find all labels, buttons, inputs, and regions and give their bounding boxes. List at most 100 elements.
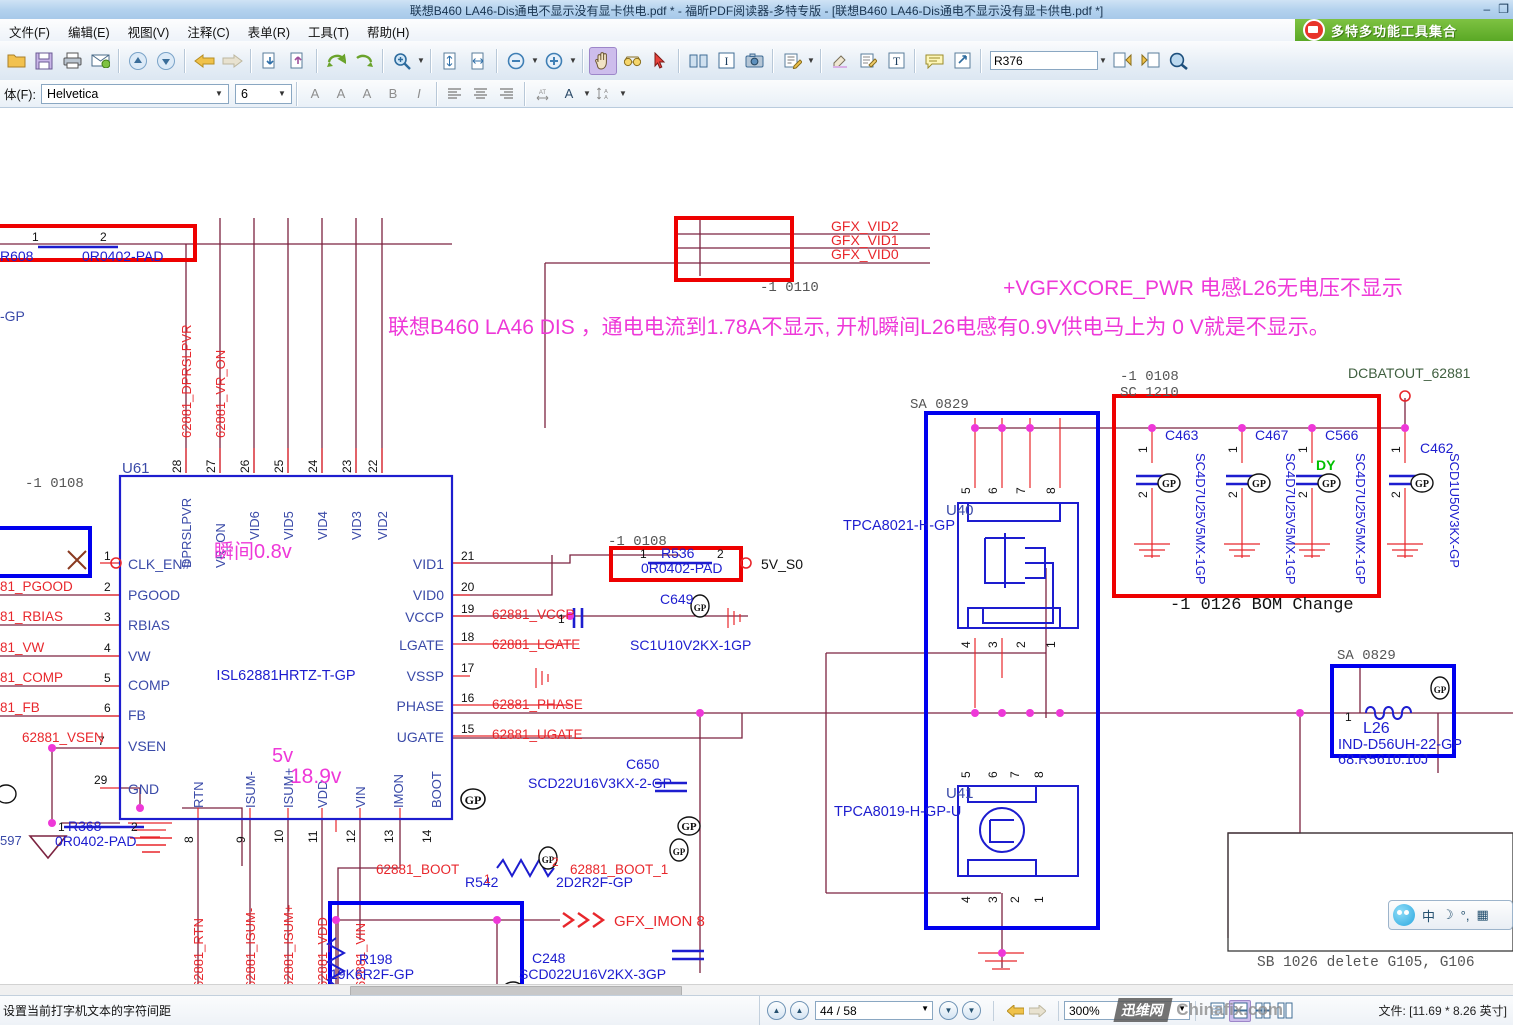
chevron-down-icon[interactable]: ▼ bbox=[275, 85, 289, 103]
align-left-icon[interactable] bbox=[443, 83, 467, 105]
svg-text:10: 10 bbox=[272, 829, 286, 843]
zoom-in-tool-icon[interactable] bbox=[389, 48, 415, 74]
forward-icon[interactable] bbox=[1027, 1001, 1047, 1021]
u61-left-nets: 81_PGOOD 81_RBIAS 81_VW 81_COMP 81_FB 62… bbox=[0, 579, 104, 745]
promo-banner[interactable]: 多特多功能工具集合 bbox=[1295, 19, 1513, 41]
ime-punctuation-icon[interactable]: °, bbox=[1461, 908, 1470, 923]
reading-tool-icon[interactable] bbox=[619, 48, 645, 74]
svg-text:6: 6 bbox=[104, 701, 111, 715]
svg-text:13: 13 bbox=[382, 829, 396, 843]
line-spacing-dropdown-icon[interactable]: ▼ bbox=[618, 89, 628, 98]
svg-text:5: 5 bbox=[959, 487, 973, 494]
font-size-combo[interactable]: 6 ▼ bbox=[234, 83, 292, 104]
svg-text:9: 9 bbox=[234, 836, 248, 843]
font-family-combo[interactable]: Helvetica ▼ bbox=[40, 83, 229, 104]
redo-icon[interactable] bbox=[351, 48, 377, 74]
continuous-page-icon[interactable] bbox=[1229, 999, 1251, 1022]
svg-text:1: 1 bbox=[1032, 896, 1046, 903]
text-color-dropdown-icon[interactable]: ▼ bbox=[582, 89, 592, 98]
note-box bbox=[1227, 832, 1513, 952]
svg-text:A: A bbox=[605, 95, 609, 101]
l26-refdes: L26 bbox=[1363, 720, 1390, 737]
scroll-down-icon[interactable] bbox=[153, 48, 179, 74]
zoom-level-combo[interactable]: 300% ▼ bbox=[1064, 1001, 1190, 1020]
typewriter-icon[interactable] bbox=[779, 48, 805, 74]
svg-text:FB: FB bbox=[128, 707, 146, 723]
ime-toolbar[interactable]: 中 ☽ °, ▦ bbox=[1388, 900, 1513, 930]
minimize-button[interactable]: – bbox=[1484, 1, 1491, 17]
first-page-icon[interactable]: ▲ bbox=[767, 1001, 786, 1020]
note-icon[interactable] bbox=[921, 48, 947, 74]
back-icon[interactable] bbox=[1005, 1001, 1025, 1021]
svg-text:-1 0108: -1 0108 bbox=[608, 534, 667, 550]
c649-value: SC1U10V2KX-1GP bbox=[630, 637, 751, 653]
search-next-icon[interactable] bbox=[1137, 48, 1163, 74]
zoom-plus-icon[interactable] bbox=[541, 48, 567, 74]
align-right-icon[interactable] bbox=[495, 83, 519, 105]
ime-logo-icon[interactable] bbox=[1393, 904, 1415, 926]
format-separator bbox=[295, 81, 298, 106]
zoom-plus-dropdown-icon[interactable]: ▼ bbox=[568, 56, 578, 65]
camera-icon[interactable] bbox=[741, 48, 767, 74]
pdf-page-canvas[interactable]: GP GP GP GP GP GP GP GP GP GP CLK_EN# PG… bbox=[0, 108, 1513, 995]
align-center-icon[interactable] bbox=[469, 83, 493, 105]
previous-view-icon[interactable] bbox=[191, 48, 217, 74]
restore-button[interactable]: ❐ bbox=[1498, 1, 1509, 17]
text-color-icon[interactable]: A bbox=[557, 83, 581, 105]
previous-page-icon[interactable] bbox=[257, 48, 283, 74]
single-page-icon[interactable] bbox=[1207, 1001, 1227, 1021]
save-icon[interactable] bbox=[31, 48, 57, 74]
next-view-icon[interactable] bbox=[219, 48, 245, 74]
ime-keyboard-icon[interactable]: ▦ bbox=[1476, 907, 1488, 923]
chevron-down-icon[interactable]: ▼ bbox=[212, 85, 226, 103]
zoom-out-dropdown-icon[interactable]: ▼ bbox=[530, 56, 540, 65]
link-icon[interactable] bbox=[949, 48, 975, 74]
status-separator bbox=[1058, 1000, 1059, 1021]
typewriter-dropdown-icon[interactable]: ▼ bbox=[806, 56, 816, 65]
search-input[interactable] bbox=[990, 51, 1098, 70]
chevron-down-icon[interactable]: ▼ bbox=[921, 1004, 929, 1013]
page-navigation-group: ▲ ▲ 44 / 58 ▼ ▼ ▼ bbox=[760, 1000, 988, 1022]
zoom-dropdown-icon[interactable]: ▼ bbox=[416, 56, 426, 65]
text-box-icon[interactable]: T bbox=[883, 48, 909, 74]
fit-width-icon[interactable] bbox=[465, 48, 491, 74]
font-color-a3[interactable]: A bbox=[355, 83, 379, 105]
c650-value: SCD22U16V3KX-2-GP bbox=[528, 775, 672, 791]
undo-icon[interactable] bbox=[323, 48, 349, 74]
select-tool-icon[interactable] bbox=[647, 48, 673, 74]
next-page-icon[interactable] bbox=[285, 48, 311, 74]
font-color-a1[interactable]: A bbox=[303, 83, 327, 105]
svg-text:LGATE: LGATE bbox=[399, 637, 444, 653]
print-icon[interactable] bbox=[59, 48, 85, 74]
italic-icon[interactable]: I bbox=[407, 83, 431, 105]
line-spacing-icon[interactable]: AA bbox=[593, 83, 617, 105]
pencil-icon[interactable] bbox=[855, 48, 881, 74]
continuous-facing-icon[interactable] bbox=[1275, 1001, 1295, 1021]
page-number-combo[interactable]: 44 / 58 ▼ bbox=[815, 1001, 933, 1020]
chevron-down-icon[interactable]: ▼ bbox=[1178, 1004, 1186, 1013]
text-select-icon[interactable]: I bbox=[713, 48, 739, 74]
snapshot-icon[interactable] bbox=[685, 48, 711, 74]
u61-refdes: U61 bbox=[122, 460, 150, 477]
scroll-up-icon[interactable] bbox=[125, 48, 151, 74]
next-page-icon[interactable]: ▼ bbox=[939, 1001, 958, 1020]
ime-moon-icon[interactable]: ☽ bbox=[1442, 907, 1454, 923]
bold-icon[interactable]: B bbox=[381, 83, 405, 105]
open-folder-icon[interactable] bbox=[3, 48, 29, 74]
toolbar-separator bbox=[980, 48, 982, 73]
fit-page-icon[interactable] bbox=[437, 48, 463, 74]
hand-tool-icon[interactable] bbox=[589, 46, 617, 75]
facing-page-icon[interactable] bbox=[1253, 1001, 1273, 1021]
svg-text:22: 22 bbox=[366, 459, 380, 473]
zoom-out-icon[interactable] bbox=[503, 48, 529, 74]
last-page-icon[interactable]: ▼ bbox=[962, 1001, 981, 1020]
find-icon[interactable] bbox=[1165, 48, 1191, 74]
prev-page-icon[interactable]: ▲ bbox=[790, 1001, 809, 1020]
search-prev-icon[interactable] bbox=[1109, 48, 1135, 74]
ime-mode-button[interactable]: 中 bbox=[1422, 906, 1435, 925]
char-spacing-icon[interactable]: AT bbox=[531, 83, 555, 105]
search-dropdown-icon[interactable]: ▼ bbox=[1098, 56, 1108, 65]
font-color-a2[interactable]: A bbox=[329, 83, 353, 105]
highlight-icon[interactable] bbox=[827, 48, 853, 74]
email-icon[interactable] bbox=[87, 48, 113, 74]
